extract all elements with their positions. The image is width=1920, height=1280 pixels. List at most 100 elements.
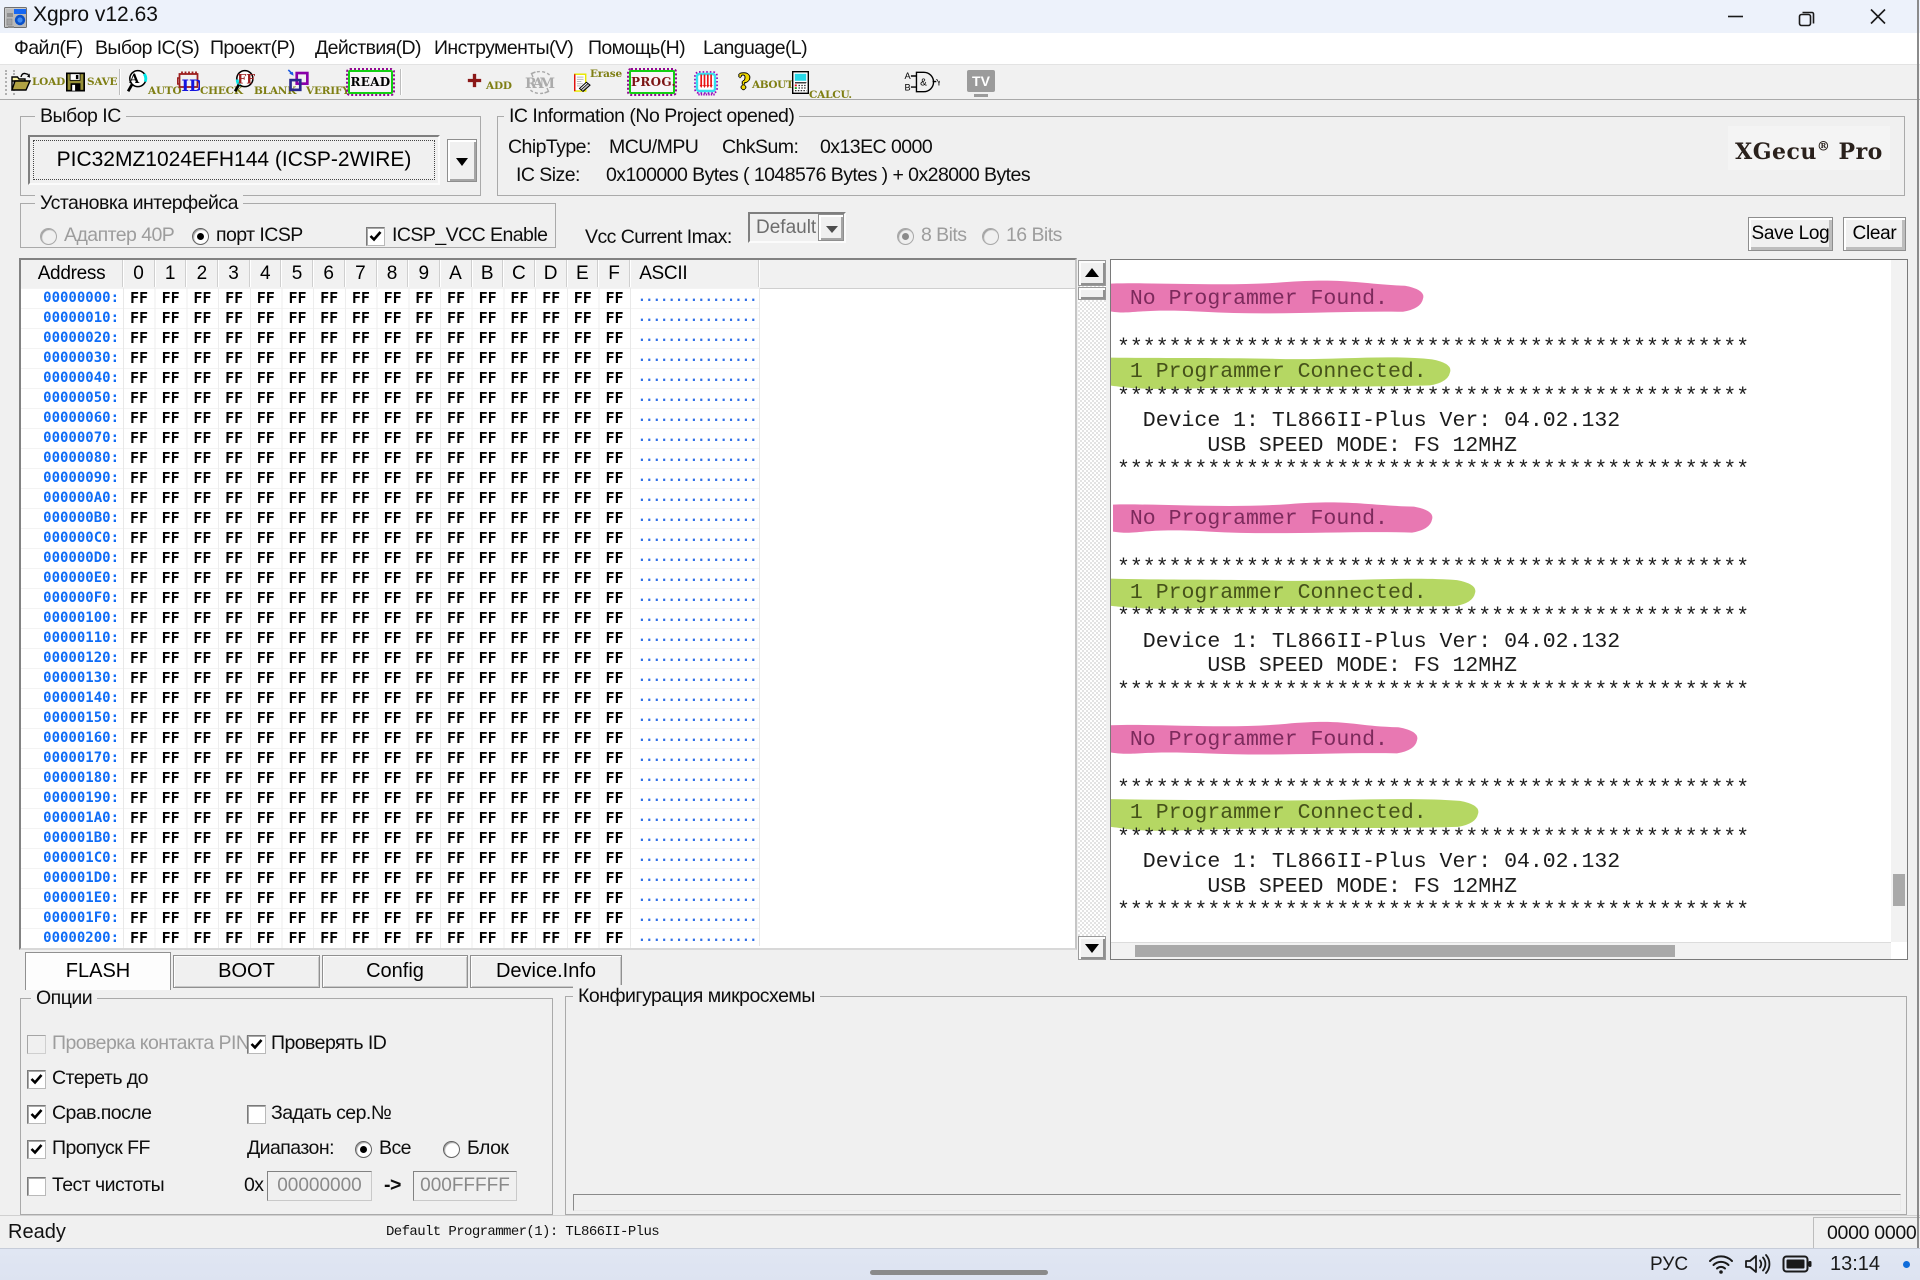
ic-select-combo[interactable]: PIC32MZ1024EFH144 (ICSP-2WIRE)	[28, 135, 440, 185]
hex-col-header-8[interactable]: 8	[377, 260, 409, 287]
hex-row[interactable]: 000001C0:FFFFFFFFFFFFFFFFFFFFFFFFFFFFFFF…	[21, 848, 1075, 868]
log-hscrollbar[interactable]	[1111, 942, 1891, 959]
volume-icon[interactable]	[1744, 1253, 1772, 1275]
hex-row[interactable]: 00000040:FFFFFFFFFFFFFFFFFFFFFFFFFFFFFFF…	[21, 368, 1075, 388]
log-vscrollbar-thumb[interactable]	[1893, 874, 1905, 906]
hex-row[interactable]: 00000180:FFFFFFFFFFFFFFFFFFFFFFFFFFFFFFF…	[21, 768, 1075, 788]
bits8-radio[interactable]	[897, 228, 914, 245]
tab-flash[interactable]: FLASH	[25, 952, 171, 990]
hex-row[interactable]: 000001E0:FFFFFFFFFFFFFFFFFFFFFFFFFFFFFFF…	[21, 888, 1075, 908]
ic-select-dropdown-button[interactable]	[447, 139, 477, 182]
hex-col-header-E[interactable]: E	[567, 260, 599, 287]
hex-row[interactable]: 00000120:FFFFFFFFFFFFFFFFFFFFFFFFFFFFFFF…	[21, 648, 1075, 668]
hex-row[interactable]: 00000050:FFFFFFFFFFFFFFFFFFFFFFFFFFFFFFF…	[21, 388, 1075, 408]
hex-col-header-0[interactable]: 0	[123, 260, 155, 287]
hex-row[interactable]: 00000090:FFFFFFFFFFFFFFFFFFFFFFFFFFFFFFF…	[21, 468, 1075, 488]
hex-row[interactable]: 00000140:FFFFFFFFFFFFFFFFFFFFFFFFFFFFFFF…	[21, 688, 1075, 708]
menu-language[interactable]: Language(L)	[703, 33, 807, 64]
menu-project[interactable]: Проект(P)	[210, 33, 295, 64]
hex-row[interactable]: 000000E0:FFFFFFFFFFFFFFFFFFFFFFFFFFFFFFF…	[21, 568, 1075, 588]
range-all-radio[interactable]	[355, 1141, 372, 1158]
icsp-port-radio[interactable]	[192, 228, 209, 245]
hex-row[interactable]: 00000110:FFFFFFFFFFFFFFFFFFFFFFFFFFFFFFF…	[21, 628, 1075, 648]
erase-before-checkbox[interactable]	[27, 1070, 46, 1089]
range-to-field[interactable]: 000FFFFF	[413, 1171, 517, 1201]
hex-col-header-9[interactable]: 9	[408, 260, 440, 287]
hex-row[interactable]: 000000A0:FFFFFFFFFFFFFFFFFFFFFFFFFFFFFFF…	[21, 488, 1075, 508]
maximize-button[interactable]	[1777, 0, 1837, 33]
hex-scroll-up-button[interactable]	[1078, 260, 1106, 286]
pin-check-checkbox[interactable]	[27, 1035, 46, 1054]
clear-button[interactable]: Clear	[1843, 217, 1906, 251]
hex-col-header-7[interactable]: 7	[345, 260, 377, 287]
menu-help[interactable]: Помощь(H)	[588, 33, 685, 64]
hex-row[interactable]: 000001B0:FFFFFFFFFFFFFFFFFFFFFFFFFFFFFFF…	[21, 828, 1075, 848]
hex-row[interactable]: 000000B0:FFFFFFFFFFFFFFFFFFFFFFFFFFFFFFF…	[21, 508, 1075, 528]
hex-row[interactable]: 00000170:FFFFFFFFFFFFFFFFFFFFFFFFFFFFFFF…	[21, 748, 1075, 768]
hex-col-header-D[interactable]: D	[535, 260, 567, 287]
log-vscrollbar[interactable]	[1891, 260, 1907, 942]
hex-row[interactable]: 00000070:FFFFFFFFFFFFFFFFFFFFFFFFFFFFFFF…	[21, 428, 1075, 448]
hex-row[interactable]: 00000080:FFFFFFFFFFFFFFFFFFFFFFFFFFFFFFF…	[21, 448, 1075, 468]
range-from-field[interactable]: 00000000	[267, 1171, 372, 1201]
hex-row[interactable]: 00000190:FFFFFFFFFFFFFFFFFFFFFFFFFFFFFFF…	[21, 788, 1075, 808]
hex-row[interactable]: 000001D0:FFFFFFFFFFFFFFFFFFFFFFFFFFFFFFF…	[21, 868, 1075, 888]
hex-row[interactable]: 00000150:FFFFFFFFFFFFFFFFFFFFFFFFFFFFFFF…	[21, 708, 1075, 728]
menu-select-ic[interactable]: Выбор IC(S)	[95, 33, 199, 64]
hex-row[interactable]: 00000010:FFFFFFFFFFFFFFFFFFFFFFFFFFFFFFF…	[21, 308, 1075, 328]
range-block-radio[interactable]	[443, 1141, 460, 1158]
hex-row[interactable]: 000000F0:FFFFFFFFFFFFFFFFFFFFFFFFFFFFFFF…	[21, 588, 1075, 608]
clean-test-checkbox[interactable]	[27, 1177, 46, 1196]
check-id-checkbox[interactable]	[247, 1035, 266, 1054]
log-hscrollbar-thumb[interactable]	[1135, 945, 1675, 957]
hex-scrollbar-track[interactable]	[1078, 286, 1106, 936]
hex-row[interactable]: 000001A0:FFFFFFFFFFFFFFFFFFFFFFFFFFFFFFF…	[21, 808, 1075, 828]
hex-col-header-6[interactable]: 6	[313, 260, 345, 287]
hex-row[interactable]: 00000200:FFFFFFFFFFFFFFFFFFFFFFFFFFFFFFF…	[21, 928, 1075, 948]
icsp-vcc-checkbox[interactable]	[366, 227, 385, 246]
hex-row[interactable]: 00000100:FFFFFFFFFFFFFFFFFFFFFFFFFFFFFFF…	[21, 608, 1075, 628]
serial-checkbox[interactable]	[247, 1105, 266, 1124]
hex-scrollbar-thumb[interactable]	[1078, 287, 1106, 300]
hex-col-header-5[interactable]: 5	[282, 260, 314, 287]
wifi-icon[interactable]	[1708, 1253, 1734, 1275]
hex-col-header-4[interactable]: 4	[250, 260, 282, 287]
tab-config[interactable]: Config	[322, 955, 468, 988]
hex-row[interactable]: 00000130:FFFFFFFFFFFFFFFFFFFFFFFFFFFFFFF…	[21, 668, 1075, 688]
hex-row[interactable]: 000000D0:FFFFFFFFFFFFFFFFFFFFFFFFFFFFFFF…	[21, 548, 1075, 568]
prog-button[interactable]: PROG.	[629, 70, 675, 94]
menu-tools[interactable]: Инструменты(V)	[434, 33, 573, 64]
battery-icon[interactable]	[1782, 1254, 1812, 1274]
hex-col-header-ASCII[interactable]: ASCII	[630, 260, 759, 287]
hex-col-header-filler[interactable]	[759, 260, 1080, 287]
save-log-button[interactable]: Save Log	[1748, 217, 1833, 251]
hex-col-header-F[interactable]: F	[599, 260, 631, 287]
hex-row[interactable]: 00000060:FFFFFFFFFFFFFFFFFFFFFFFFFFFFFFF…	[21, 408, 1075, 428]
menu-file[interactable]: Файл(F)	[14, 33, 83, 64]
tab-device-info[interactable]: Device.Info	[470, 955, 622, 988]
verify-after-checkbox[interactable]	[27, 1105, 46, 1124]
hex-row[interactable]: 00000000:FFFFFFFFFFFFFFFFFFFFFFFFFFFFFFF…	[21, 288, 1075, 308]
hex-row[interactable]: 00000020:FFFFFFFFFFFFFFFFFFFFFFFFFFFFFFF…	[21, 328, 1075, 348]
hex-col-header-A[interactable]: A	[440, 260, 472, 287]
hex-row[interactable]: 000001F0:FFFFFFFFFFFFFFFFFFFFFFFFFFFFFFF…	[21, 908, 1075, 928]
hex-col-header-C[interactable]: C	[503, 260, 535, 287]
hex-row[interactable]: 00000030:FFFFFFFFFFFFFFFFFFFFFFFFFFFFFFF…	[21, 348, 1075, 368]
hex-table-body[interactable]: 00000000:FFFFFFFFFFFFFFFFFFFFFFFFFFFFFFF…	[21, 288, 1075, 948]
tab-boot[interactable]: BOOT	[173, 955, 320, 988]
menu-actions[interactable]: Действия(D)	[315, 33, 421, 64]
hex-col-header-3[interactable]: 3	[218, 260, 250, 287]
hex-col-header-2[interactable]: 2	[186, 260, 218, 287]
adapter-40p-radio[interactable]	[40, 228, 57, 245]
minimize-button[interactable]	[1705, 0, 1765, 33]
hex-col-header-Address[interactable]: Address	[21, 260, 123, 287]
read-button[interactable]: READ	[348, 70, 393, 94]
hex-col-header-B[interactable]: B	[472, 260, 504, 287]
hex-row[interactable]: 000000C0:FFFFFFFFFFFFFFFFFFFFFFFFFFFFFFF…	[21, 528, 1075, 548]
hex-scroll-down-button[interactable]	[1078, 936, 1106, 960]
taskbar-language[interactable]: РУС	[1650, 1254, 1688, 1276]
skip-ff-checkbox[interactable]	[27, 1140, 46, 1159]
log-panel[interactable]: No Programmer Found. *******************…	[1110, 259, 1908, 960]
hex-col-header-1[interactable]: 1	[155, 260, 187, 287]
taskbar-handle[interactable]	[870, 1270, 1048, 1275]
